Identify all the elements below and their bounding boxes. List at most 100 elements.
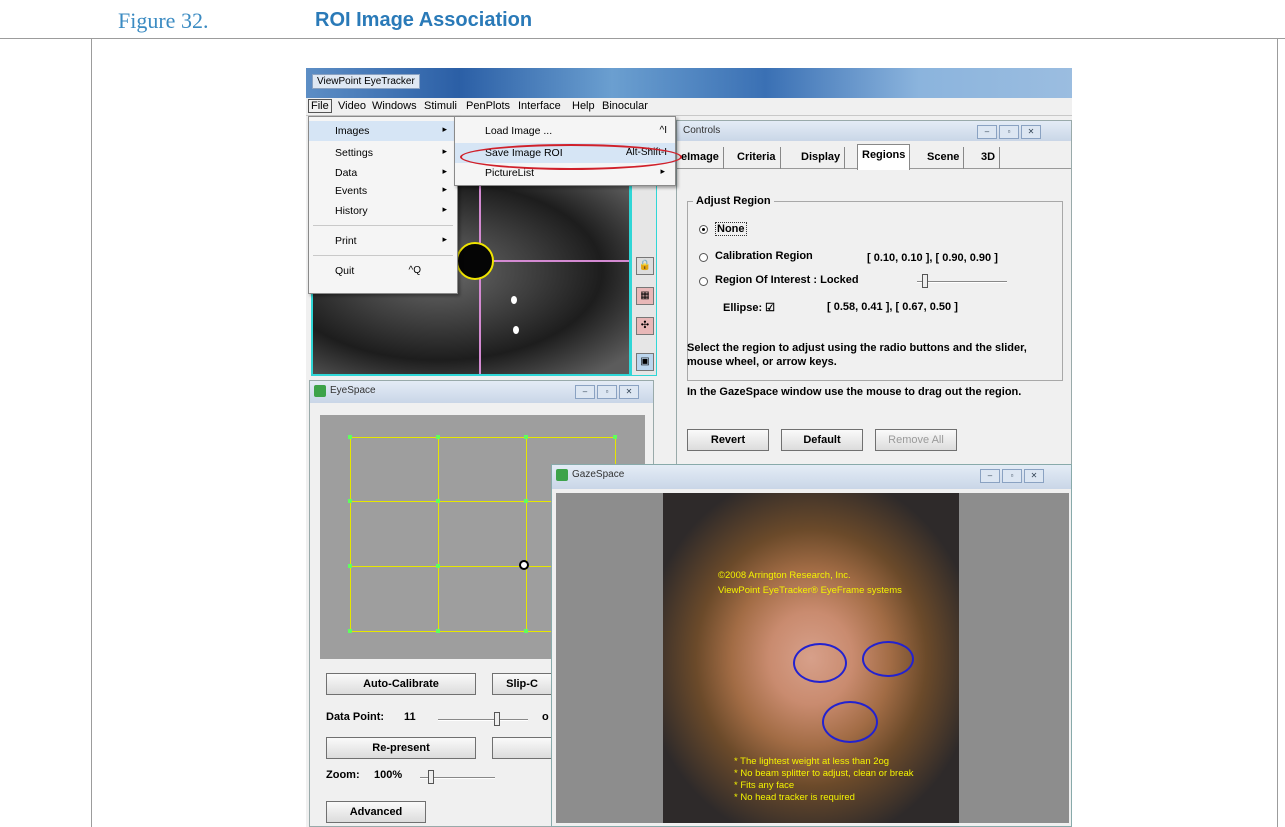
calibration-point	[348, 629, 352, 633]
controls-title: Controls	[683, 125, 721, 136]
secondary-button[interactable]	[492, 737, 552, 759]
calibration-region-coords: [ 0.10, 0.10 ], [ 0.90, 0.90 ]	[867, 252, 998, 264]
tab-criteria[interactable]: Criteria	[733, 147, 781, 169]
frame-border-left	[91, 38, 92, 827]
advanced-button[interactable]: Advanced	[326, 801, 426, 823]
calibration-point	[436, 564, 440, 568]
calibration-point	[348, 435, 352, 439]
lock-icon[interactable]: 🔒	[636, 257, 654, 275]
calibration-point	[436, 629, 440, 633]
restore-icon[interactable]: ▫	[1002, 469, 1022, 483]
calibration-point	[524, 629, 528, 633]
minimize-icon[interactable]: –	[977, 125, 997, 139]
figure-title: ROI Image Association	[315, 9, 533, 31]
calibration-point	[524, 499, 528, 503]
menu-stimuli[interactable]: Stimuli	[424, 100, 457, 112]
menu-windows[interactable]: Windows	[372, 100, 417, 112]
app-icon	[556, 469, 568, 481]
tab-display[interactable]: Display	[797, 147, 846, 169]
calibration-point	[436, 435, 440, 439]
tab-3d[interactable]: 3D	[977, 147, 1001, 169]
menu-item-data[interactable]: Data ▸	[309, 163, 457, 183]
stimulus-bullet: * No beam splitter to adjust, clean or b…	[734, 768, 914, 779]
image-icon[interactable]: ▣	[636, 353, 654, 371]
calibration-point	[613, 435, 617, 439]
roi-label: Region Of Interest : Locked	[715, 274, 859, 286]
gazespace-title: GazeSpace	[572, 469, 625, 480]
close-icon[interactable]: ✕	[1021, 125, 1041, 139]
roi-ellipse-mouth[interactable]	[822, 701, 878, 743]
frame-border-right	[1277, 38, 1278, 827]
tab-regions[interactable]: Regions	[857, 144, 911, 170]
roi-ellipse-left-eye[interactable]	[793, 643, 847, 683]
menu-item-events[interactable]: Events ▸	[309, 181, 457, 201]
menu-item-load-image[interactable]: Load Image ... ^I	[455, 121, 675, 141]
menu-item-history[interactable]: History ▸	[309, 201, 457, 221]
radio-none[interactable]	[699, 225, 708, 234]
menu-item-settings[interactable]: Settings ▸	[309, 143, 457, 163]
menu-item-images[interactable]: Images ▸	[309, 121, 457, 141]
roi-ellipse-right-eye[interactable]	[862, 641, 914, 677]
roi-slider-thumb[interactable]	[922, 274, 928, 288]
calibration-region-label: Calibration Region	[715, 250, 813, 262]
app-title: ViewPoint EyeTracker	[312, 74, 420, 89]
figure-number: Figure 32.	[118, 8, 209, 33]
stimulus-bullet: * The lightest weight at less than 2og	[734, 756, 890, 767]
screenshot: ViewPoint EyeTracker File Video Windows …	[306, 68, 1072, 827]
calibration-point	[436, 499, 440, 503]
data-point-slider-thumb[interactable]	[494, 712, 500, 726]
close-icon[interactable]: ✕	[1024, 469, 1044, 483]
grid-icon[interactable]: ▦	[636, 287, 654, 305]
menu-penplots[interactable]: PenPlots	[466, 100, 510, 112]
revert-button[interactable]: Revert	[687, 429, 769, 451]
calibration-grid-line	[526, 437, 527, 631]
expand-icon[interactable]: ✣	[636, 317, 654, 335]
controls-titlebar: Controls – ▫ ✕	[677, 121, 1071, 141]
data-point-value: 11	[404, 711, 416, 723]
radio-calibration-region[interactable]	[699, 253, 708, 262]
tab-eimage[interactable]: eImage	[677, 147, 724, 169]
zoom-slider-thumb[interactable]	[428, 770, 434, 784]
data-point-slider[interactable]	[438, 719, 528, 721]
zoom-value: 100%	[374, 769, 403, 781]
gazespace-window: GazeSpace – ▫ ✕ ©2008 Arrington Research…	[551, 464, 1072, 827]
radio-region-of-interest[interactable]	[699, 277, 708, 286]
ellipse-coords: [ 0.58, 0.41 ], [ 0.67, 0.50 ]	[827, 301, 958, 313]
eyespace-titlebar: EyeSpace – ▫ ✕	[310, 381, 653, 403]
stimulus-product: ViewPoint EyeTracker® EyeFrame systems	[718, 585, 902, 596]
zoom-label: Zoom:	[326, 769, 360, 781]
minimize-icon[interactable]: –	[575, 385, 595, 399]
menu-separator	[313, 225, 453, 226]
radio-none-label: None	[715, 222, 747, 236]
tab-scene[interactable]: Scene	[923, 147, 965, 169]
calibration-grid-line	[438, 437, 439, 631]
re-present-button[interactable]: Re-present	[326, 737, 476, 759]
default-button[interactable]: Default	[781, 429, 863, 451]
restore-icon[interactable]: ▫	[999, 125, 1019, 139]
eyespace-title: EyeSpace	[330, 385, 376, 396]
gazespace-canvas[interactable]: ©2008 Arrington Research, Inc. ViewPoint…	[556, 493, 1069, 823]
slip-correction-button[interactable]: Slip-C	[492, 673, 552, 695]
menu-item-print[interactable]: Print ▸	[309, 231, 457, 251]
close-icon[interactable]: ✕	[619, 385, 639, 399]
auto-calibrate-button[interactable]: Auto-Calibrate	[326, 673, 476, 695]
caption-divider	[0, 38, 1285, 39]
minimize-icon[interactable]: –	[980, 469, 1000, 483]
menu-video[interactable]: Video	[338, 100, 366, 112]
data-point-extra: o	[542, 711, 549, 723]
menu-binocular[interactable]: Binocular	[602, 100, 648, 112]
roi-slider[interactable]	[917, 281, 1007, 283]
ellipse-checkbox-label[interactable]: Ellipse: ☑	[723, 301, 775, 314]
calibration-grid-line	[350, 437, 615, 438]
app-icon	[314, 385, 326, 397]
menu-interface[interactable]: Interface	[518, 100, 561, 112]
highlight-ellipse	[460, 144, 682, 170]
remove-all-button[interactable]: Remove All	[875, 429, 957, 451]
menu-file[interactable]: File	[308, 99, 332, 113]
help-text-select: Select the region to adjust using the ra…	[687, 342, 1027, 368]
menu-item-quit[interactable]: Quit ^Q	[309, 261, 429, 281]
calibration-point	[348, 564, 352, 568]
restore-icon[interactable]: ▫	[597, 385, 617, 399]
stimulus-bullet: * Fits any face	[734, 780, 795, 791]
menu-help[interactable]: Help	[572, 100, 595, 112]
